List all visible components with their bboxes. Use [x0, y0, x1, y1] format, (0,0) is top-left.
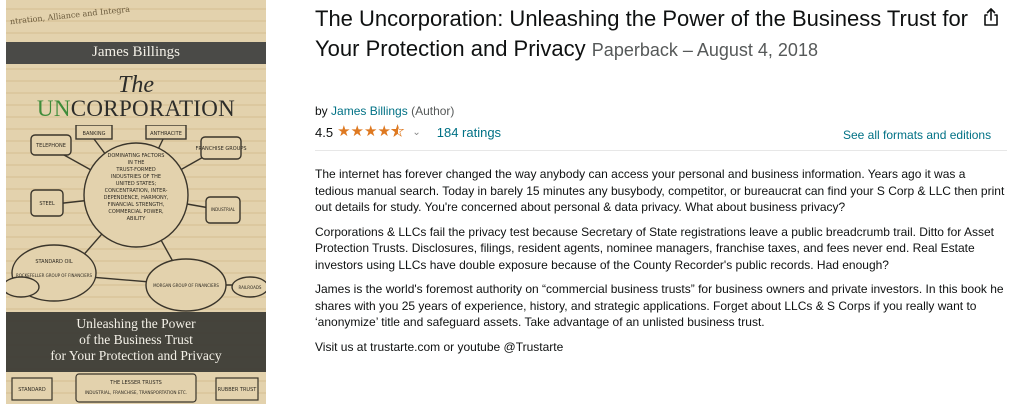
diagram-center-line-10: ABILITY [127, 216, 147, 222]
cover-bottom-box-industrial: INDUSTRIAL, FRANCHISE, TRANSPORTATION ET… [85, 390, 187, 395]
diagram-box-franchise: FRANCHISE GROUPS [195, 146, 246, 152]
star-icon: ★ [377, 123, 391, 140]
diagram-center-line-6: CONCENTRATION, INTER- [105, 188, 168, 194]
ratings-count-link[interactable]: 184 ratings [437, 125, 501, 140]
diagram-center-line-2: IN THE [128, 160, 145, 166]
diagram-center-line-1: DOMINATING FACTORS [108, 153, 165, 159]
diagram-center-line-3: TRUST-FORMED [115, 167, 156, 173]
star-icon: ★ [350, 123, 364, 140]
byline: by James Billings (Author) [315, 104, 454, 118]
product-binding: Paperback – August 4, 2018 [591, 40, 818, 60]
see-all-formats-link[interactable]: See all formats and editions [843, 128, 991, 142]
description-paragraph: The internet has forever changed the way… [315, 167, 1005, 214]
star-rating[interactable]: ★ ★ ★ ★ ★ [337, 123, 405, 140]
cover-subtitle-line-3: for Your Protection and Privacy [50, 348, 222, 363]
diagram-box-banking: BANKING [83, 131, 106, 137]
product-title-block: The Uncorporation: Unleashing the Power … [315, 4, 975, 65]
cover-bottom-box-lesser-trusts: THE LESSER TRUSTS [109, 380, 162, 386]
cover-trust-diagram: DOMINATING FACTORS IN THE TRUST-FORMED I… [6, 125, 266, 312]
chevron-down-icon[interactable]: ⌄ [412, 127, 420, 138]
diagram-box-railroads: RAILROADS [239, 285, 262, 290]
share-icon[interactable] [980, 6, 1002, 28]
author-link[interactable]: James Billings [331, 104, 408, 118]
diagram-center-line-9: COMMERCIAL POWER, [108, 209, 164, 215]
book-cover-image[interactable]: ntration, Alliance and Integra James Bil… [6, 0, 266, 404]
rating-value: 4.5 [315, 124, 334, 140]
diagram-box-steel: STEEL [39, 201, 55, 207]
diagram-box-anthracite: ANTHRACITE [150, 131, 182, 137]
cover-bottom-box-rubber: RUBBER TRUST [218, 387, 258, 393]
cover-title-un: UN [36, 96, 71, 121]
diagram-box-standard-oil: STANDARD OIL [35, 259, 73, 265]
book-description: The internet has forever changed the way… [315, 166, 1007, 363]
description-paragraph: James is the world's foremost authority … [315, 282, 1004, 329]
author-role: (Author) [411, 104, 455, 118]
cover-bottom-diagram: STANDARD THE LESSER TRUSTS INDUSTRIAL, F… [11, 373, 259, 403]
rating-row: 4.5 ★ ★ ★ ★ ★ ⌄ 184 ratings [315, 123, 501, 140]
cover-scrawl-text: ntration, Alliance and Integra [9, 4, 131, 27]
cover-subtitle: Unleashing the Power of the Business Tru… [6, 316, 266, 364]
divider [315, 150, 1007, 151]
description-paragraph: Corporations & LLCs fail the privacy tes… [315, 224, 994, 272]
diagram-box-industrial: INDUSTRIAL [211, 207, 236, 212]
cover-subtitle-line-1: Unleashing the Power [76, 316, 196, 331]
description-paragraph: Visit us at trustarte.com or youtube @Tr… [315, 339, 564, 354]
half-star-icon: ★ [390, 123, 405, 140]
cover-subtitle-line-2: of the Business Trust [79, 332, 193, 347]
diagram-box-rockefeller: ROCKEFELLER GROUP OF FINANCIERS [16, 273, 93, 278]
diagram-box-telephone: TELEPHONE [35, 143, 66, 149]
diagram-center-line-5: UNITED STATES; [116, 181, 157, 187]
diagram-center-line-8: FINANCIAL STRENGTH, [108, 202, 165, 208]
star-icon: ★ [337, 123, 351, 140]
star-icon: ★ [363, 123, 378, 140]
cover-title: UNCORPORATION [6, 96, 266, 122]
cover-title-the: The [118, 72, 154, 98]
diagram-center-line-4: INDUSTRIES OF THE [111, 174, 161, 180]
byline-prefix: by [315, 104, 328, 118]
diagram-box-morgan: MORGAN GROUP OF FINANCIERS [153, 283, 219, 288]
cover-bottom-box-standard: STANDARD [18, 387, 46, 393]
cover-author: James Billings [92, 44, 180, 60]
diagram-center-line-7: DEPENDENCE, HARMONY, [104, 195, 169, 201]
cover-title-rest: CORPORATION [70, 96, 236, 121]
